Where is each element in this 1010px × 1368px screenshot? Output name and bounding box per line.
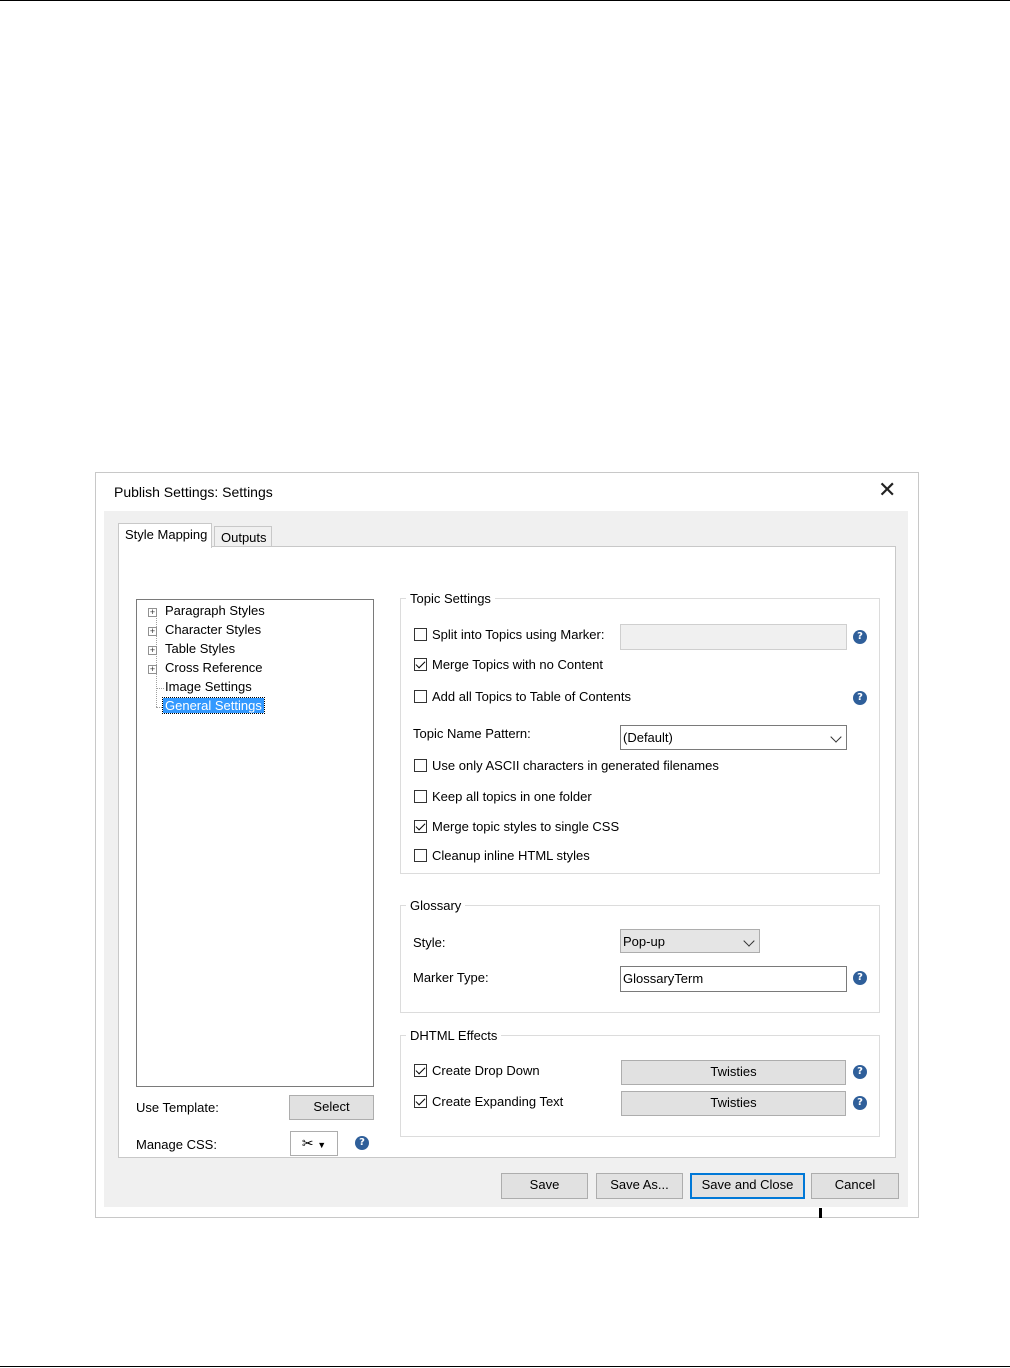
keep-one-folder-checkbox[interactable] (414, 790, 427, 803)
merge-css-label: Merge topic styles to single CSS (432, 819, 620, 834)
tree-item-label: General Settings (162, 697, 265, 714)
tree-item-label: Cross Reference (165, 660, 263, 675)
split-marker-input[interactable] (620, 624, 847, 650)
title-bar: Publish Settings: Settings ✕ (96, 473, 908, 511)
expand-icon[interactable]: + (148, 608, 157, 617)
tree-item-label: Character Styles (165, 622, 262, 637)
help-icon[interactable]: ? (853, 630, 867, 644)
add-toc-checkbox[interactable] (414, 690, 427, 703)
tree-item-label: Paragraph Styles (165, 603, 265, 618)
topic-name-pattern-label: Topic Name Pattern: (413, 726, 531, 741)
chevron-down-icon (743, 935, 755, 947)
glossary-group (400, 905, 880, 1013)
glossary-title: Glossary (406, 898, 466, 913)
tree-guide (156, 688, 164, 689)
chevron-down-icon: ▼ (317, 1140, 327, 1150)
tab-label: Outputs (221, 530, 267, 545)
manage-css-label: Manage CSS: (136, 1137, 217, 1152)
page-bottom-rule (0, 1366, 1010, 1367)
merge-topics-label: Merge Topics with no Content (432, 657, 604, 672)
marker-type-input[interactable]: GlossaryTerm (620, 966, 847, 992)
glossary-style-label: Style: (413, 935, 446, 950)
publish-settings-dialog: Publish Settings: Settings ✕ Style Mappi… (96, 473, 918, 1217)
save-as-button[interactable]: Save As... (596, 1173, 683, 1199)
tab-style-mapping[interactable]: Style Mapping (118, 523, 212, 548)
cleanup-html-checkbox[interactable] (414, 849, 427, 862)
marker-type-label: Marker Type: (413, 970, 489, 985)
dialog-edge-bottom (96, 1207, 918, 1217)
tree-item-label: Table Styles (165, 641, 236, 656)
expanding-twisties-button[interactable]: Twisties (621, 1091, 846, 1116)
save-button[interactable]: Save (501, 1173, 588, 1199)
drop-down-twisties-button[interactable]: Twisties (621, 1060, 846, 1085)
dhtml-effects-title: DHTML Effects (406, 1028, 502, 1043)
style-tree[interactable]: + Paragraph Styles + Character Styles + … (136, 599, 374, 1087)
help-icon[interactable]: ? (853, 1065, 867, 1079)
ascii-only-label: Use only ASCII characters in generated f… (432, 758, 719, 773)
create-drop-down-label: Create Drop Down (432, 1063, 540, 1078)
ascii-only-checkbox[interactable] (414, 759, 427, 772)
select-value: Pop-up (623, 934, 665, 949)
help-icon[interactable]: ? (853, 971, 867, 985)
help-icon[interactable]: ? (853, 691, 867, 705)
keep-one-folder-label: Keep all topics in one folder (432, 789, 592, 804)
select-template-button[interactable]: Select (289, 1095, 374, 1120)
manage-css-button[interactable]: ✂ ▼ (290, 1131, 338, 1156)
merge-css-checkbox[interactable] (414, 820, 427, 833)
select-value: (Default) (623, 730, 673, 745)
create-expanding-text-checkbox[interactable] (414, 1095, 427, 1108)
tools-icon: ✂ (301, 1135, 314, 1151)
glossary-style-select[interactable]: Pop-up (620, 929, 760, 953)
tree-guide (156, 610, 157, 707)
create-expanding-text-label: Create Expanding Text (432, 1094, 564, 1109)
save-and-close-button[interactable]: Save and Close (690, 1173, 805, 1199)
chevron-down-icon (830, 731, 842, 743)
help-icon[interactable]: ? (355, 1136, 369, 1150)
close-icon[interactable]: ✕ (878, 479, 896, 501)
cleanup-html-label: Cleanup inline HTML styles (432, 848, 590, 863)
tab-label: Style Mapping (125, 527, 208, 542)
page-top-rule (0, 0, 1010, 1)
dialog-title: Publish Settings: Settings (114, 484, 273, 500)
tab-outputs[interactable]: Outputs (214, 526, 272, 548)
dialog-edge-left (96, 511, 104, 1217)
expand-icon[interactable]: + (148, 646, 157, 655)
add-toc-label: Add all Topics to Table of Contents (432, 689, 631, 704)
expand-icon[interactable]: + (148, 665, 157, 674)
merge-topics-checkbox[interactable] (414, 658, 427, 671)
cancel-button[interactable]: Cancel (811, 1173, 899, 1199)
tree-item-label: Image Settings (165, 679, 252, 694)
create-drop-down-checkbox[interactable] (414, 1064, 427, 1077)
topic-settings-title: Topic Settings (406, 591, 495, 606)
dhtml-effects-group (400, 1035, 880, 1137)
text-cursor (819, 1208, 822, 1218)
help-icon[interactable]: ? (853, 1096, 867, 1110)
split-topics-label: Split into Topics using Marker: (432, 627, 605, 642)
use-template-label: Use Template: (136, 1100, 219, 1115)
expand-icon[interactable]: + (148, 627, 157, 636)
dialog-edge (908, 473, 918, 1217)
split-topics-checkbox[interactable] (414, 628, 427, 641)
topic-name-pattern-select[interactable]: (Default) (620, 725, 847, 750)
